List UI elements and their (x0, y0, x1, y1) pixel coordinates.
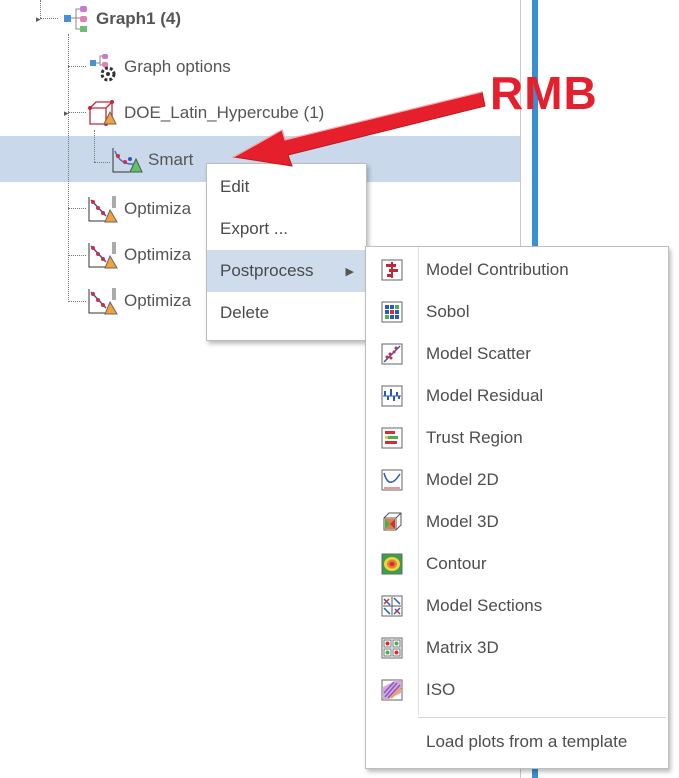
submenu-item-label: Model 2D (426, 470, 499, 489)
submenu-item-iso[interactable]: ISO (366, 669, 668, 711)
trust-region-icon (381, 427, 403, 449)
menu-item-label: Postprocess (220, 261, 314, 280)
tree-node-label: Optimiza (124, 199, 192, 218)
tree-connector (94, 130, 95, 162)
tree-connector (68, 66, 86, 67)
tree-node-doe[interactable]: DOE_Latin_Hypercube (1) (86, 98, 324, 128)
sobol-icon (381, 301, 403, 323)
tree-node-optimization-1[interactable]: Optimiza (86, 194, 191, 224)
tree-node-graph1[interactable]: Graph1 (4) (58, 4, 181, 34)
submenu-item-label: Model Sections (426, 596, 543, 615)
graph-options-icon (90, 54, 116, 82)
tree-connector (68, 255, 86, 256)
tree-node-optimization-3[interactable]: Optimiza (86, 286, 191, 316)
graph-hierarchy-icon (64, 6, 87, 32)
submenu-item-label: Contour (426, 554, 487, 573)
submenu-arrow-icon: ▶ (345, 266, 354, 278)
model-2d-icon (381, 469, 403, 491)
postprocess-submenu: Model Contribution Sobol Model Scatter M… (365, 246, 669, 769)
submenu-item-contour[interactable]: Contour (366, 543, 668, 585)
menu-item-label: Export ... (220, 219, 289, 238)
tree-node-label: Optimiza (124, 245, 192, 264)
submenu-item-label: Model Residual (426, 386, 544, 405)
submenu-item-trust-region[interactable]: Trust Region (366, 417, 668, 459)
submenu-item-model-sections[interactable]: Model Sections (366, 585, 668, 627)
tree-node-label: Graph options (124, 57, 231, 76)
submenu-item-model-scatter[interactable]: Model Scatter (366, 333, 668, 375)
model-3d-icon (383, 512, 402, 531)
menu-item-edit[interactable]: Edit (207, 166, 366, 208)
tree-expander[interactable]: ▸ (36, 14, 44, 24)
tree-node-optimization-2[interactable]: Optimiza (86, 240, 191, 270)
tree-connector (68, 34, 69, 302)
context-menu: Edit Export ... Postprocess ▶ Delete (206, 163, 367, 341)
submenu-item-label: ISO (426, 680, 456, 699)
submenu-item-matrix-3d[interactable]: Matrix 3D (366, 627, 668, 669)
submenu-item-load-template[interactable]: Load plots from a template (366, 721, 668, 763)
menu-item-postprocess[interactable]: Postprocess ▶ (207, 250, 366, 292)
submenu-item-label: Trust Region (426, 428, 523, 447)
tree-expander[interactable]: ▸ (64, 108, 72, 118)
tree-node-smart[interactable]: Smart (110, 145, 193, 175)
submenu-item-model-contribution[interactable]: Model Contribution (366, 249, 668, 291)
tree-connector (68, 208, 86, 209)
submenu-item-label: Matrix 3D (426, 638, 499, 657)
submenu-item-model-3d[interactable]: Model 3D (366, 501, 668, 543)
submenu-item-label: Load plots from a template (426, 732, 628, 751)
submenu-item-label: Model Scatter (426, 344, 531, 363)
submenu-separator (418, 717, 666, 718)
optimization-icon (88, 288, 118, 315)
model-scatter-icon (381, 343, 403, 365)
submenu-item-label: Sobol (426, 302, 470, 321)
doe-cube-icon (88, 100, 117, 126)
tree-node-label: DOE_Latin_Hypercube (1) (124, 103, 325, 122)
smart-model-icon (112, 148, 143, 173)
model-residual-icon (381, 385, 403, 407)
model-contribution-icon (381, 259, 403, 281)
tree-node-graph-options[interactable]: Graph options (86, 52, 231, 82)
iso-icon (381, 679, 403, 701)
contour-icon (381, 553, 403, 575)
model-sections-icon (381, 595, 403, 617)
optimization-icon (88, 196, 118, 223)
submenu-item-sobol[interactable]: Sobol (366, 291, 668, 333)
tree-connector (94, 162, 110, 163)
submenu-item-model-residual[interactable]: Model Residual (366, 375, 668, 417)
matrix-3d-icon (381, 637, 403, 659)
submenu-item-label: Model 3D (426, 512, 499, 531)
tree-node-label: Optimiza (124, 291, 192, 310)
menu-item-export[interactable]: Export ... (207, 208, 366, 250)
tree-connector (68, 301, 86, 302)
tree-node-label: Smart (148, 150, 194, 169)
menu-item-delete[interactable]: Delete (207, 292, 366, 334)
submenu-item-label: Model Contribution (426, 260, 569, 279)
submenu-item-model-2d[interactable]: Model 2D (366, 459, 668, 501)
menu-item-label: Edit (220, 177, 250, 196)
rmb-annotation-label: RMB (490, 67, 598, 119)
tree-node-label: Graph1 (4) (96, 9, 182, 28)
optimization-icon (88, 242, 118, 269)
menu-item-label: Delete (220, 303, 270, 322)
